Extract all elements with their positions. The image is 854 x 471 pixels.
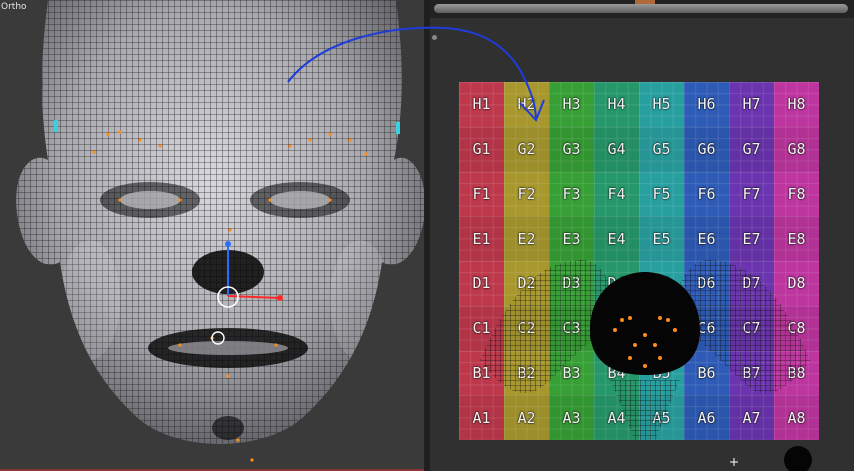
grid-cell-e5: E5 bbox=[639, 216, 684, 261]
grid-cell-e8: E8 bbox=[774, 216, 819, 261]
grid-cell-e1: E1 bbox=[459, 216, 504, 261]
grid-cell-g5: G5 bbox=[639, 126, 684, 172]
grid-cell-h1: H1 bbox=[459, 82, 504, 127]
grid-cell-c7: C7 bbox=[729, 305, 774, 351]
grid-cell-a8: A8 bbox=[774, 395, 819, 440]
grid-cell-h6: H6 bbox=[684, 82, 729, 127]
grid-cell-a4: A4 bbox=[594, 395, 639, 440]
horizontal-scrollbar[interactable] bbox=[434, 4, 848, 13]
grid-cell-a2: A2 bbox=[504, 395, 549, 440]
grid-cell-h8: H8 bbox=[774, 82, 819, 127]
grid-cell-b5: B5 bbox=[639, 350, 684, 396]
uv-editor-header bbox=[430, 0, 854, 18]
grid-cell-g8: G8 bbox=[774, 126, 819, 172]
grid-cell-e7: E7 bbox=[729, 216, 774, 261]
grid-cell-d8: D8 bbox=[774, 261, 819, 306]
view-mode-label: Ortho bbox=[1, 2, 27, 12]
grid-cell-e6: E6 bbox=[684, 216, 729, 261]
grid-cell-g2: G2 bbox=[504, 126, 549, 172]
grid-cell-f1: F1 bbox=[459, 171, 504, 217]
grid-cell-c2: C2 bbox=[504, 305, 549, 351]
grid-cell-a7: A7 bbox=[729, 395, 774, 440]
grid-cell-e3: E3 bbox=[549, 216, 594, 261]
grid-cell-c3: C3 bbox=[549, 305, 594, 351]
grid-cell-a5: A5 bbox=[639, 395, 684, 440]
grid-cell-b4: B4 bbox=[594, 350, 639, 396]
grid-cell-f8: F8 bbox=[774, 171, 819, 217]
grid-cell-f2: F2 bbox=[504, 171, 549, 217]
grid-cell-b6: B6 bbox=[684, 350, 729, 396]
grid-cell-c4: C4 bbox=[594, 305, 639, 351]
grid-cell-d6: D6 bbox=[684, 261, 729, 306]
grid-cell-e2: E2 bbox=[504, 216, 549, 261]
grid-cell-g7: G7 bbox=[729, 126, 774, 172]
grid-cell-f6: F6 bbox=[684, 171, 729, 217]
grid-cell-a3: A3 bbox=[549, 395, 594, 440]
grid-cell-d3: D3 bbox=[549, 261, 594, 306]
grid-cell-h4: H4 bbox=[594, 82, 639, 127]
grid-cell-b8: B8 bbox=[774, 350, 819, 396]
grid-cell-d2: D2 bbox=[504, 261, 549, 306]
grid-cell-h7: H7 bbox=[729, 82, 774, 127]
grid-cell-h3: H3 bbox=[549, 82, 594, 127]
grid-cell-g3: G3 bbox=[549, 126, 594, 172]
grid-cell-a1: A1 bbox=[459, 395, 504, 440]
grid-cell-d1: D1 bbox=[459, 261, 504, 306]
grid-cell-b7: B7 bbox=[729, 350, 774, 396]
grid-cell-g1: G1 bbox=[459, 126, 504, 172]
grid-cell-c1: C1 bbox=[459, 305, 504, 351]
grid-cell-c8: C8 bbox=[774, 305, 819, 351]
grid-cell-h5: H5 bbox=[639, 82, 684, 127]
grid-cell-f3: F3 bbox=[549, 171, 594, 217]
grid-cell-d5: D5 bbox=[639, 261, 684, 306]
grid-cell-b3: B3 bbox=[549, 350, 594, 396]
grid-cell-g4: G4 bbox=[594, 126, 639, 172]
grid-cell-d4: D4 bbox=[594, 261, 639, 306]
grid-cell-g6: G6 bbox=[684, 126, 729, 172]
grid-cell-c6: C6 bbox=[684, 305, 729, 351]
uv-editor-panel[interactable]: H1 H2 H3 H4 H5 H6 H7 H8 G1 G2 G3 G4 G5 G6 G7 G8 F1 F2 F3 F4… bbox=[430, 0, 854, 471]
grid-cell-f4: F4 bbox=[594, 171, 639, 217]
grid-cell-b1: B1 bbox=[459, 350, 504, 396]
scroll-handle[interactable] bbox=[635, 0, 655, 4]
3d-viewport[interactable]: Ortho bbox=[0, 0, 424, 471]
grid-cell-h2: H2 bbox=[504, 82, 549, 127]
grid-cell-f5: F5 bbox=[639, 171, 684, 217]
grid-cell-a6: A6 bbox=[684, 395, 729, 440]
grid-cell-e4: E4 bbox=[594, 216, 639, 261]
grid-cell-d7: D7 bbox=[729, 261, 774, 306]
grid-cell-f7: F7 bbox=[729, 171, 774, 217]
uv-test-grid-image[interactable]: H1 H2 H3 H4 H5 H6 H7 H8 G1 G2 G3 G4 G5 G6 G7 G8 F1 F2 F3 F4… bbox=[459, 82, 819, 440]
head-wireframe-mesh[interactable] bbox=[0, 0, 424, 471]
grid-cell-c5: C5 bbox=[639, 305, 684, 351]
grid-cell-b2: B2 bbox=[504, 350, 549, 396]
area-corner-dot[interactable] bbox=[432, 35, 437, 40]
